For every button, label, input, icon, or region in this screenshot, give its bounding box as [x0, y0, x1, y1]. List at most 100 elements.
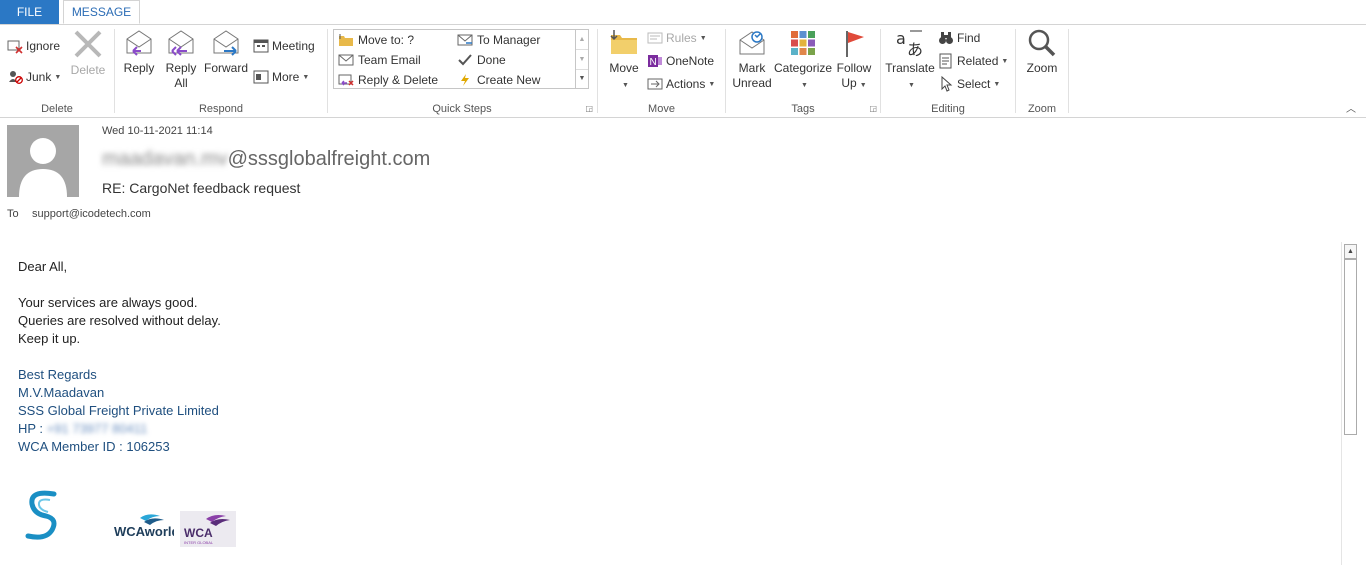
quickstep-done[interactable]: Done	[457, 53, 506, 67]
wca-world-logo: WCAworld	[112, 510, 180, 543]
scroll-up-icon[interactable]: ▲	[576, 30, 588, 50]
tab-file[interactable]: FILE	[0, 0, 59, 24]
wca-inter-sub-text: INTER GLOBAL	[184, 540, 214, 545]
reply-all-button[interactable]: Reply All	[161, 27, 201, 91]
expand-gallery-icon[interactable]: ▼	[576, 70, 588, 88]
quickstep-label: Create New	[477, 73, 541, 87]
cursor-icon	[941, 76, 953, 92]
meeting-button[interactable]: Meeting	[253, 36, 315, 56]
quickstep-reply-delete[interactable]: Reply & Delete	[338, 73, 438, 87]
onenote-label: OneNote	[666, 54, 715, 68]
group-delete: Ignore Junk ▼ Delete Delete	[0, 25, 114, 117]
zoom-button[interactable]: Zoom	[1020, 27, 1064, 76]
chevron-down-icon: ▼	[1001, 57, 1009, 65]
actions-button[interactable]: Actions ▼	[647, 74, 715, 94]
sss-logo-icon	[25, 490, 57, 540]
quickstep-label: Done	[477, 53, 506, 67]
body-line: Queries are resolved without delay.	[18, 313, 221, 328]
select-label: Select	[957, 77, 991, 91]
collapse-ribbon-icon[interactable]: ︿	[1346, 100, 1356, 115]
quickstep-label: Reply & Delete	[358, 73, 439, 87]
delete-button[interactable]: Delete	[70, 27, 106, 78]
rules-button[interactable]: Rules ▼	[647, 28, 707, 48]
junk-button[interactable]: Junk ▼	[7, 67, 61, 87]
scrollbar-thumb[interactable]	[1344, 259, 1357, 435]
related-button[interactable]: Related ▼	[938, 51, 1008, 71]
message-scrollbar[interactable]: ▲	[1341, 242, 1358, 565]
chevron-down-icon: ▼	[859, 82, 867, 89]
follow-up-button[interactable]: Follow Up ▼	[832, 27, 876, 93]
meeting-icon	[253, 39, 269, 53]
to-recipient[interactable]: support@icodetech.com	[32, 208, 151, 220]
signature-phone: HP : +91 73977 80411	[18, 420, 221, 438]
group-label-quick-steps: Quick Steps	[432, 103, 492, 115]
forward-button[interactable]: Forward	[203, 27, 249, 76]
quickstep-team-email[interactable]: Team Email	[338, 53, 421, 67]
translate-icon: aあ	[896, 29, 923, 59]
reply-delete-icon	[338, 74, 354, 86]
ignore-label: Ignore	[26, 39, 61, 53]
move-label: Move	[609, 61, 639, 75]
quickstep-to-manager[interactable]: To Manager	[457, 33, 540, 47]
translate-button[interactable]: aあ Translate ▼	[885, 27, 935, 93]
onenote-icon: N	[648, 55, 662, 68]
company-logo-s	[22, 488, 62, 547]
quick-steps-scrollbar[interactable]: ▲ ▼ ▼	[575, 30, 588, 88]
related-label: Related	[957, 54, 999, 68]
group-label-respond: Respond	[198, 103, 244, 115]
signature-wca-id: WCA Member ID : 106253	[18, 439, 170, 454]
group-move: Move ▼ Rules ▼ N OneNote Actions ▼ Move	[598, 25, 725, 117]
group-separator	[1068, 29, 1069, 113]
select-button[interactable]: Select ▼	[938, 74, 1000, 94]
move-button[interactable]: Move ▼	[602, 27, 646, 93]
signature-name: M.V.Maadavan	[18, 385, 105, 400]
reply-icon	[126, 30, 152, 56]
quickstep-label: To Manager	[477, 33, 541, 47]
scroll-up-icon[interactable]: ▲	[1344, 244, 1357, 259]
tab-message[interactable]: MESSAGE	[63, 0, 140, 24]
more-respond-button[interactable]: More ▼	[253, 67, 309, 87]
group-label-delete: Delete	[41, 103, 73, 115]
svg-text:a: a	[896, 29, 906, 48]
chevron-down-icon: ▼	[993, 80, 1001, 88]
ignore-icon	[7, 40, 23, 54]
message-body: Dear All, Your services are always good.…	[18, 258, 221, 456]
sender-name-blurred: maadavan.mv	[102, 148, 228, 170]
scroll-down-icon[interactable]: ▼	[576, 50, 588, 70]
ribbon-tab-bar: FILE MESSAGE	[0, 0, 1366, 25]
find-button[interactable]: Find	[938, 28, 980, 48]
ignore-button[interactable]: Ignore	[7, 36, 60, 56]
reply-button[interactable]: Reply	[119, 27, 159, 76]
junk-label: Junk	[26, 70, 52, 84]
dialog-launcher-icon[interactable]: ◲	[869, 104, 877, 113]
categorize-button[interactable]: Categorize ▼	[774, 27, 832, 93]
chevron-down-icon: ▼	[54, 73, 62, 81]
signature-company: SSS Global Freight Private Limited	[18, 403, 219, 418]
actions-icon	[647, 78, 663, 90]
mark-unread-button[interactable]: Mark Unread	[730, 27, 774, 91]
lightning-icon	[461, 74, 469, 86]
onenote-button[interactable]: N OneNote	[647, 51, 714, 71]
ribbon: Ignore Junk ▼ Delete Delete Reply Reply A…	[0, 25, 1366, 118]
group-editing: aあ Translate ▼ Find Related ▼ Select ▼ Edi…	[881, 25, 1015, 117]
mark-unread-icon	[739, 31, 765, 55]
folder-icon	[610, 30, 637, 54]
sender-address[interactable]: maadavan.mv@sssglobalfreight.com	[102, 148, 430, 171]
to-manager-icon	[457, 34, 473, 46]
body-line: Keep it up.	[18, 331, 81, 346]
reply-all-label-1: Reply	[165, 61, 197, 75]
chevron-down-icon: ▼	[622, 82, 629, 89]
signature-phone-label: HP :	[18, 421, 44, 436]
mark-unread-label-2: Unread	[732, 76, 772, 90]
wca-world-text: WCAworld	[114, 524, 174, 539]
quickstep-move-to[interactable]: Move to: ?	[338, 33, 414, 47]
dialog-launcher-icon[interactable]: ◲	[585, 104, 593, 113]
group-label-zoom: Zoom	[1027, 103, 1057, 115]
follow-up-label-1: Follow	[836, 61, 872, 75]
group-label-tags: Tags	[791, 103, 815, 115]
quickstep-label: Team Email	[358, 53, 421, 67]
quickstep-create-new[interactable]: Create New	[457, 73, 540, 87]
reply-all-icon	[168, 30, 194, 56]
wca-world-logo-icon: WCAworld	[114, 514, 180, 539]
zoom-label: Zoom	[1026, 61, 1058, 75]
